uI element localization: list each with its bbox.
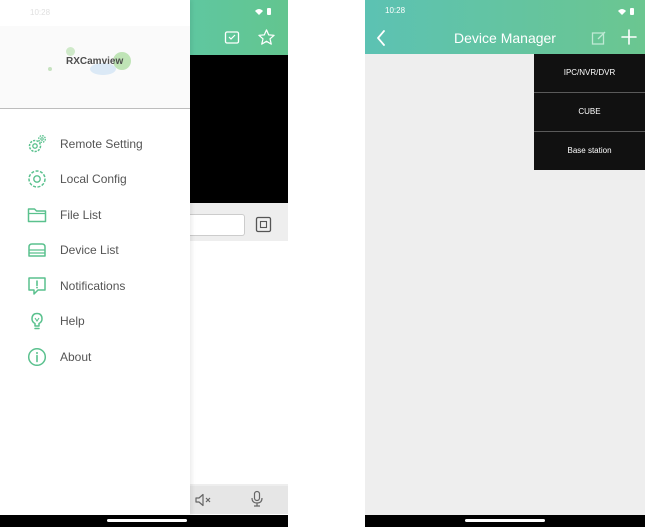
gear-icon	[28, 170, 46, 188]
system-navigation-bar	[0, 515, 288, 527]
logo-decoration	[66, 47, 75, 56]
device-icon	[28, 243, 46, 257]
drawer-item-label: About	[60, 349, 92, 364]
microphone-icon[interactable]	[250, 490, 264, 508]
drawer-item-label: Device List	[60, 243, 119, 258]
status-time: 10:28	[30, 8, 51, 17]
system-navigation-bar	[365, 515, 645, 527]
left-phone-screen: 10:28 RXCamview Remote Setting Local Con…	[0, 0, 288, 527]
info-icon	[27, 347, 47, 366]
drawer-item-notifications[interactable]: Notifications	[0, 268, 190, 304]
edit-icon[interactable]	[591, 30, 607, 46]
screenshot-icon[interactable]	[224, 30, 240, 46]
drawer-item-file-list[interactable]: File List	[0, 197, 190, 233]
app-header: 10:28 Device Manager	[365, 0, 645, 54]
status-wifi-battery-icon	[618, 8, 634, 15]
drawer-item-local-config[interactable]: Local Config	[0, 162, 190, 198]
device-list-area	[190, 241, 288, 484]
drawer-item-remote-setting[interactable]: Remote Setting	[0, 126, 190, 162]
background-search-field[interactable]	[190, 214, 245, 236]
drawer-item-about[interactable]: About	[0, 339, 190, 375]
add-icon[interactable]	[620, 28, 638, 46]
navigation-drawer: 10:28 RXCamview Remote Setting Local Con…	[0, 0, 190, 515]
status-time: 10:28	[385, 6, 406, 15]
right-phone-screen: 10:28 Device Manager IPC/NVR/DVR CUBE Ba…	[365, 0, 645, 527]
drawer-item-label: Local Config	[60, 172, 127, 187]
alert-icon	[28, 277, 46, 295]
video-preview-area	[190, 55, 288, 203]
status-wifi-battery-icon	[255, 8, 271, 15]
drawer-item-label: Notifications	[60, 278, 126, 293]
gear-pair-icon	[28, 134, 46, 152]
dropdown-item-ipc-nvr-dvr[interactable]: IPC/NVR/DVR	[534, 54, 645, 93]
drawer-item-help[interactable]: Help	[0, 304, 190, 340]
drawer-item-label: Help	[60, 314, 85, 329]
dropdown-item-base-station[interactable]: Base station	[534, 132, 645, 170]
drawer-item-label: Remote Setting	[60, 136, 143, 151]
star-icon[interactable]	[257, 28, 276, 47]
logo-decoration	[48, 67, 52, 71]
playback-icon[interactable]	[255, 216, 272, 233]
dropdown-item-cube[interactable]: CUBE	[534, 93, 645, 132]
drawer-item-device-list[interactable]: Device List	[0, 233, 190, 269]
drawer-item-label: File List	[60, 207, 102, 222]
drawer-menu: Remote Setting Local Config File List De…	[0, 126, 190, 375]
home-indicator[interactable]	[465, 519, 545, 522]
mute-icon[interactable]	[194, 492, 212, 508]
help-icon	[31, 313, 43, 330]
status-bar: 10:28	[0, 0, 190, 26]
add-device-dropdown: IPC/NVR/DVR CUBE Base station	[534, 54, 645, 170]
folder-icon	[27, 208, 47, 222]
home-indicator[interactable]	[107, 519, 187, 522]
app-logo: RXCamview	[66, 56, 124, 67]
